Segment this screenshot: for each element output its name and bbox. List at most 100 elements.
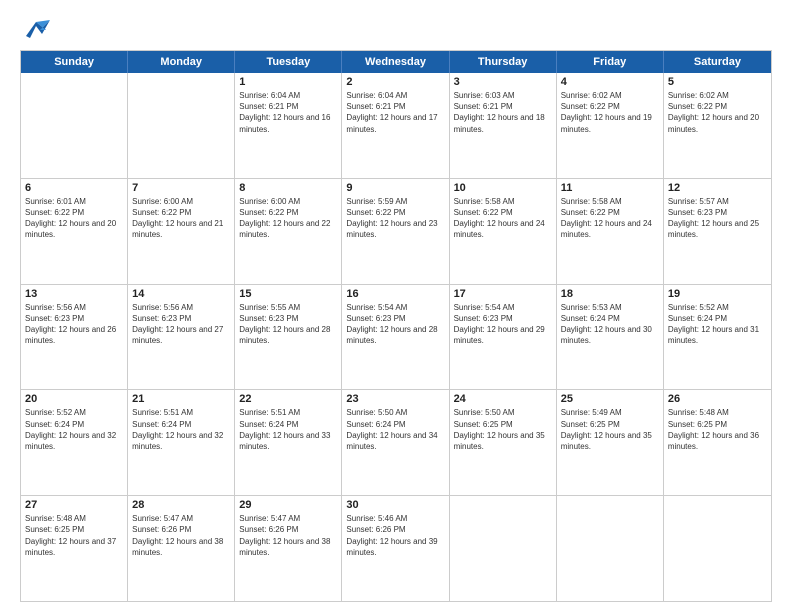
sun-info: Sunrise: 6:00 AM Sunset: 6:22 PM Dayligh… [132,196,230,241]
day-cell-6: 6 Sunrise: 6:01 AM Sunset: 6:22 PM Dayli… [21,179,128,284]
header [20,16,772,44]
sun-info: Sunrise: 5:53 AM Sunset: 6:24 PM Dayligh… [561,302,659,347]
header-saturday: Saturday [664,51,771,73]
empty-cell [21,73,128,178]
day-number: 16 [346,288,444,300]
sun-info: Sunrise: 6:00 AM Sunset: 6:22 PM Dayligh… [239,196,337,241]
sun-info: Sunrise: 5:48 AM Sunset: 6:25 PM Dayligh… [25,513,123,558]
day-cell-27: 27 Sunrise: 5:48 AM Sunset: 6:25 PM Dayl… [21,496,128,601]
day-cell-10: 10 Sunrise: 5:58 AM Sunset: 6:22 PM Dayl… [450,179,557,284]
day-cell-26: 26 Sunrise: 5:48 AM Sunset: 6:25 PM Dayl… [664,390,771,495]
day-number: 7 [132,182,230,194]
sun-info: Sunrise: 6:01 AM Sunset: 6:22 PM Dayligh… [25,196,123,241]
sun-info: Sunrise: 5:56 AM Sunset: 6:23 PM Dayligh… [25,302,123,347]
empty-cell [664,496,771,601]
day-number: 9 [346,182,444,194]
empty-cell [557,496,664,601]
calendar-body: 1 Sunrise: 6:04 AM Sunset: 6:21 PM Dayli… [21,73,771,601]
day-cell-5: 5 Sunrise: 6:02 AM Sunset: 6:22 PM Dayli… [664,73,771,178]
week-row-4: 20 Sunrise: 5:52 AM Sunset: 6:24 PM Dayl… [21,389,771,495]
sun-info: Sunrise: 5:51 AM Sunset: 6:24 PM Dayligh… [239,407,337,452]
sun-info: Sunrise: 6:02 AM Sunset: 6:22 PM Dayligh… [668,90,767,135]
week-row-2: 6 Sunrise: 6:01 AM Sunset: 6:22 PM Dayli… [21,178,771,284]
sun-info: Sunrise: 5:58 AM Sunset: 6:22 PM Dayligh… [561,196,659,241]
header-tuesday: Tuesday [235,51,342,73]
day-number: 26 [668,393,767,405]
day-number: 23 [346,393,444,405]
day-number: 5 [668,76,767,88]
day-number: 10 [454,182,552,194]
day-cell-18: 18 Sunrise: 5:53 AM Sunset: 6:24 PM Dayl… [557,285,664,390]
day-number: 30 [346,499,444,511]
sun-info: Sunrise: 5:49 AM Sunset: 6:25 PM Dayligh… [561,407,659,452]
day-cell-3: 3 Sunrise: 6:03 AM Sunset: 6:21 PM Dayli… [450,73,557,178]
sun-info: Sunrise: 5:50 AM Sunset: 6:24 PM Dayligh… [346,407,444,452]
week-row-5: 27 Sunrise: 5:48 AM Sunset: 6:25 PM Dayl… [21,495,771,601]
sun-info: Sunrise: 5:54 AM Sunset: 6:23 PM Dayligh… [454,302,552,347]
sun-info: Sunrise: 6:04 AM Sunset: 6:21 PM Dayligh… [346,90,444,135]
day-cell-7: 7 Sunrise: 6:00 AM Sunset: 6:22 PM Dayli… [128,179,235,284]
day-number: 24 [454,393,552,405]
sun-info: Sunrise: 5:56 AM Sunset: 6:23 PM Dayligh… [132,302,230,347]
sun-info: Sunrise: 5:52 AM Sunset: 6:24 PM Dayligh… [668,302,767,347]
sun-info: Sunrise: 5:48 AM Sunset: 6:25 PM Dayligh… [668,407,767,452]
day-number: 28 [132,499,230,511]
day-cell-13: 13 Sunrise: 5:56 AM Sunset: 6:23 PM Dayl… [21,285,128,390]
sun-info: Sunrise: 6:04 AM Sunset: 6:21 PM Dayligh… [239,90,337,135]
day-number: 22 [239,393,337,405]
day-cell-12: 12 Sunrise: 5:57 AM Sunset: 6:23 PM Dayl… [664,179,771,284]
day-number: 11 [561,182,659,194]
sun-info: Sunrise: 5:52 AM Sunset: 6:24 PM Dayligh… [25,407,123,452]
sun-info: Sunrise: 5:46 AM Sunset: 6:26 PM Dayligh… [346,513,444,558]
day-cell-21: 21 Sunrise: 5:51 AM Sunset: 6:24 PM Dayl… [128,390,235,495]
day-number: 13 [25,288,123,300]
logo-bird-icon [22,16,50,44]
day-number: 6 [25,182,123,194]
day-cell-9: 9 Sunrise: 5:59 AM Sunset: 6:22 PM Dayli… [342,179,449,284]
header-thursday: Thursday [450,51,557,73]
calendar-header: Sunday Monday Tuesday Wednesday Thursday… [21,51,771,73]
day-number: 29 [239,499,337,511]
day-cell-23: 23 Sunrise: 5:50 AM Sunset: 6:24 PM Dayl… [342,390,449,495]
week-row-3: 13 Sunrise: 5:56 AM Sunset: 6:23 PM Dayl… [21,284,771,390]
calendar: Sunday Monday Tuesday Wednesday Thursday… [20,50,772,602]
sun-info: Sunrise: 5:51 AM Sunset: 6:24 PM Dayligh… [132,407,230,452]
day-number: 21 [132,393,230,405]
day-number: 20 [25,393,123,405]
day-number: 25 [561,393,659,405]
day-number: 2 [346,76,444,88]
day-number: 4 [561,76,659,88]
sun-info: Sunrise: 5:54 AM Sunset: 6:23 PM Dayligh… [346,302,444,347]
day-number: 17 [454,288,552,300]
day-number: 3 [454,76,552,88]
day-cell-22: 22 Sunrise: 5:51 AM Sunset: 6:24 PM Dayl… [235,390,342,495]
page: Sunday Monday Tuesday Wednesday Thursday… [0,0,792,612]
header-wednesday: Wednesday [342,51,449,73]
empty-cell [128,73,235,178]
sun-info: Sunrise: 6:03 AM Sunset: 6:21 PM Dayligh… [454,90,552,135]
day-cell-8: 8 Sunrise: 6:00 AM Sunset: 6:22 PM Dayli… [235,179,342,284]
header-monday: Monday [128,51,235,73]
day-cell-19: 19 Sunrise: 5:52 AM Sunset: 6:24 PM Dayl… [664,285,771,390]
sun-info: Sunrise: 5:47 AM Sunset: 6:26 PM Dayligh… [132,513,230,558]
sun-info: Sunrise: 5:59 AM Sunset: 6:22 PM Dayligh… [346,196,444,241]
day-number: 1 [239,76,337,88]
day-cell-15: 15 Sunrise: 5:55 AM Sunset: 6:23 PM Dayl… [235,285,342,390]
sun-info: Sunrise: 5:50 AM Sunset: 6:25 PM Dayligh… [454,407,552,452]
sun-info: Sunrise: 6:02 AM Sunset: 6:22 PM Dayligh… [561,90,659,135]
day-cell-14: 14 Sunrise: 5:56 AM Sunset: 6:23 PM Dayl… [128,285,235,390]
day-number: 14 [132,288,230,300]
day-cell-24: 24 Sunrise: 5:50 AM Sunset: 6:25 PM Dayl… [450,390,557,495]
day-number: 15 [239,288,337,300]
day-cell-4: 4 Sunrise: 6:02 AM Sunset: 6:22 PM Dayli… [557,73,664,178]
day-number: 27 [25,499,123,511]
day-cell-25: 25 Sunrise: 5:49 AM Sunset: 6:25 PM Dayl… [557,390,664,495]
header-sunday: Sunday [21,51,128,73]
sun-info: Sunrise: 5:47 AM Sunset: 6:26 PM Dayligh… [239,513,337,558]
day-cell-2: 2 Sunrise: 6:04 AM Sunset: 6:21 PM Dayli… [342,73,449,178]
logo [20,16,50,44]
header-friday: Friday [557,51,664,73]
day-cell-29: 29 Sunrise: 5:47 AM Sunset: 6:26 PM Dayl… [235,496,342,601]
day-number: 19 [668,288,767,300]
sun-info: Sunrise: 5:57 AM Sunset: 6:23 PM Dayligh… [668,196,767,241]
